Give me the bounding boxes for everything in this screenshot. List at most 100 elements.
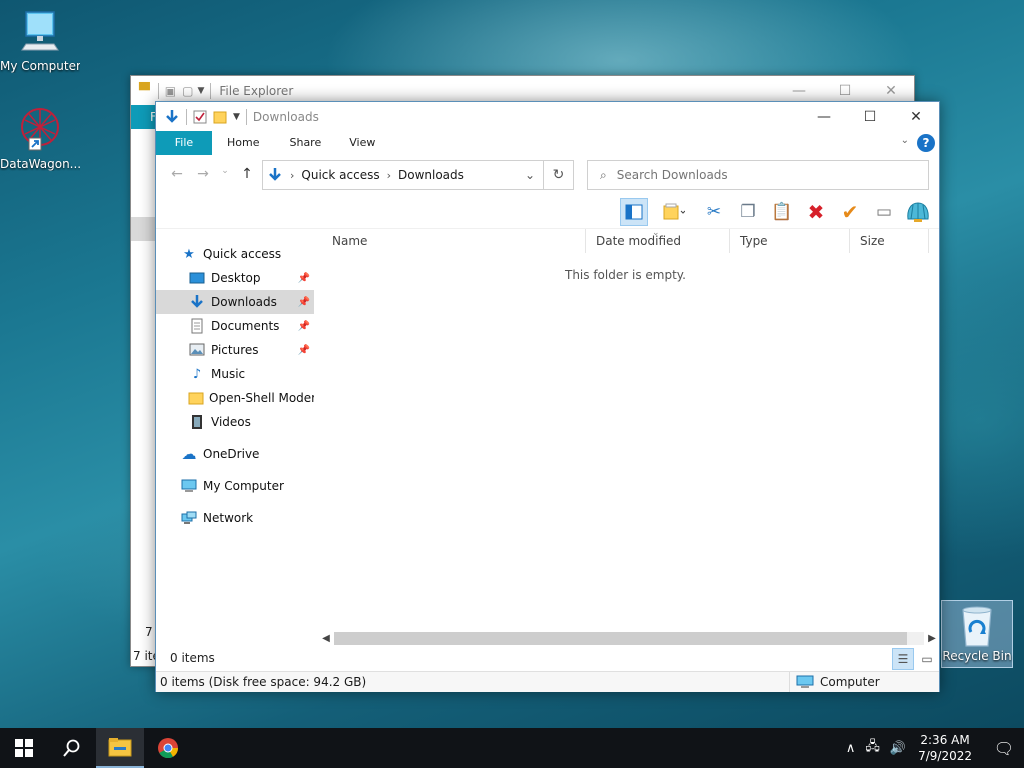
clock-time: 2:36 AM bbox=[920, 733, 970, 747]
properties-icon: ▣ bbox=[164, 83, 177, 98]
column-size[interactable]: Size bbox=[850, 229, 929, 253]
desktop-icon-datawagon[interactable]: DataWagon... bbox=[0, 106, 80, 171]
open-shell-button[interactable] bbox=[904, 198, 932, 226]
recent-locations-icon[interactable]: ⌄ bbox=[216, 166, 234, 182]
nav-item-my-computer[interactable]: My Computer bbox=[156, 474, 314, 498]
large-icons-view-button[interactable]: ▭ bbox=[916, 648, 938, 670]
show-hidden-icons-icon[interactable]: ∧ bbox=[846, 741, 856, 756]
nav-item-label: Downloads bbox=[211, 295, 277, 309]
search-icon: ⌕ bbox=[600, 167, 607, 182]
new-folder-icon[interactable] bbox=[213, 110, 227, 124]
network-icon bbox=[180, 511, 198, 525]
action-center-button[interactable]: 🗨 bbox=[984, 728, 1024, 768]
ribbon-expand-icon[interactable]: ⌄ bbox=[901, 135, 909, 155]
start-button[interactable] bbox=[0, 728, 48, 768]
paste-button[interactable]: 📋 bbox=[768, 198, 796, 226]
scroll-left-icon[interactable]: ◀ bbox=[318, 633, 334, 644]
tab-share[interactable]: Share bbox=[273, 131, 335, 155]
pin-icon[interactable]: 📌 bbox=[298, 345, 310, 356]
back-nav-selection bbox=[131, 217, 157, 241]
nav-item-label: Network bbox=[203, 511, 254, 525]
details-view-button[interactable]: ☰ bbox=[892, 648, 914, 670]
back-window-title: File Explorer bbox=[219, 83, 294, 98]
search-box[interactable]: ⌕ bbox=[587, 160, 929, 190]
scrollbar-track[interactable] bbox=[334, 632, 924, 645]
scrollbar-thumb[interactable] bbox=[334, 632, 907, 645]
nav-item-label: Videos bbox=[211, 415, 251, 429]
new-folder-button[interactable] bbox=[654, 198, 694, 226]
breadcrumb-separator-icon[interactable]: › bbox=[387, 169, 391, 182]
column-date-modified[interactable]: Date modified ⌄ bbox=[586, 228, 730, 253]
breadcrumb-separator-icon[interactable]: › bbox=[290, 169, 294, 182]
clock[interactable]: 2:36 AM 7/9/2022 bbox=[918, 732, 972, 764]
pictures-icon bbox=[188, 343, 206, 357]
pin-icon[interactable]: 📌 bbox=[298, 273, 310, 284]
large-icons-view-icon: ▭ bbox=[921, 652, 933, 666]
nav-item-music[interactable]: ♪ Music bbox=[156, 362, 314, 386]
notification-icon: 🗨 bbox=[993, 738, 1015, 758]
scissors-icon: ✂ bbox=[706, 202, 722, 222]
search-input[interactable] bbox=[616, 168, 897, 182]
address-bar[interactable]: › Quick access › Downloads ⌄ bbox=[262, 160, 544, 190]
nav-item-quick-access[interactable]: ★ Quick access bbox=[156, 242, 314, 266]
nav-item-pictures[interactable]: Pictures 📌 bbox=[156, 338, 314, 362]
datawagon-icon bbox=[21, 108, 59, 151]
nav-item-onedrive[interactable]: ☁ OneDrive bbox=[156, 442, 314, 466]
minimize-button[interactable]: — bbox=[801, 102, 847, 131]
scroll-right-icon[interactable]: ▶ bbox=[924, 633, 940, 644]
help-icon[interactable]: ? bbox=[917, 134, 935, 152]
desktop-icon-my-computer[interactable]: My Computer bbox=[0, 10, 80, 73]
nav-item-label: OneDrive bbox=[203, 447, 260, 461]
delete-button[interactable]: ✖ bbox=[802, 198, 830, 226]
navigation-pane: ★ Quick access Desktop 📌 Downloads 📌 Doc… bbox=[156, 242, 314, 530]
up-button[interactable]: ↑ bbox=[234, 166, 260, 182]
cloud-icon: ☁ bbox=[181, 445, 197, 463]
breadcrumb-downloads[interactable]: Downloads bbox=[398, 168, 464, 182]
taskbar-chrome[interactable] bbox=[144, 728, 192, 768]
desktop-icon-recycle-bin[interactable]: Recycle Bin bbox=[941, 600, 1013, 668]
tab-view[interactable]: View bbox=[335, 131, 389, 155]
desktop-icon-label: My Computer bbox=[0, 59, 80, 73]
pin-icon[interactable]: 📌 bbox=[298, 321, 310, 332]
nav-item-label: Quick access bbox=[203, 247, 282, 261]
pin-icon[interactable]: 📌 bbox=[298, 297, 310, 308]
nav-item-downloads[interactable]: Downloads 📌 bbox=[156, 290, 314, 314]
column-name[interactable]: Name bbox=[322, 229, 586, 253]
navigation-pane-button[interactable] bbox=[620, 198, 648, 226]
back-file-tab[interactable]: F bbox=[131, 110, 157, 124]
back-button[interactable]: ← bbox=[164, 166, 190, 182]
copy-button[interactable]: ❐ bbox=[734, 198, 762, 226]
computer-icon bbox=[21, 11, 59, 51]
volume-icon[interactable]: 🔊 bbox=[890, 741, 906, 756]
tab-home[interactable]: Home bbox=[212, 131, 273, 155]
column-type[interactable]: Type bbox=[730, 229, 850, 253]
refresh-button[interactable]: ↻ bbox=[544, 160, 574, 190]
maximize-button[interactable]: ☐ bbox=[847, 102, 893, 131]
breadcrumb-quick-access[interactable]: Quick access bbox=[301, 168, 379, 182]
select-button[interactable]: ✔ bbox=[836, 198, 864, 226]
nav-item-network[interactable]: Network bbox=[156, 506, 314, 530]
chevron-down-icon[interactable]: ▼ bbox=[233, 112, 240, 122]
nav-item-desktop[interactable]: Desktop 📌 bbox=[156, 266, 314, 290]
rename-button[interactable]: ▭ bbox=[870, 198, 898, 226]
chrome-icon bbox=[158, 738, 179, 759]
close-button[interactable]: ✕ bbox=[893, 102, 939, 131]
tab-file[interactable]: File bbox=[156, 131, 212, 155]
taskbar-file-explorer[interactable] bbox=[96, 728, 144, 768]
explorer-window[interactable]: ▼ Downloads — ☐ ✕ File Home Share View ⌄… bbox=[155, 101, 940, 692]
nav-item-videos[interactable]: Videos bbox=[156, 410, 314, 434]
download-icon bbox=[188, 294, 206, 310]
cut-button[interactable]: ✂ bbox=[700, 198, 728, 226]
nav-item-documents[interactable]: Documents 📌 bbox=[156, 314, 314, 338]
network-icon[interactable]: 🖧 bbox=[865, 737, 880, 759]
desktop-icon bbox=[188, 272, 206, 285]
properties-icon[interactable] bbox=[193, 110, 207, 124]
search-button[interactable] bbox=[48, 728, 96, 768]
shell-icon bbox=[907, 202, 929, 222]
star-icon: ★ bbox=[183, 246, 195, 262]
forward-button[interactable]: → bbox=[190, 166, 216, 182]
horizontal-scrollbar[interactable]: ◀ ▶ bbox=[318, 630, 940, 647]
nav-item-open-shell-modern[interactable]: Open-Shell Modern bbox=[156, 386, 314, 410]
address-dropdown-icon[interactable]: ⌄ bbox=[525, 168, 535, 182]
title-bar[interactable]: ▼ Downloads — ☐ ✕ bbox=[156, 102, 939, 131]
